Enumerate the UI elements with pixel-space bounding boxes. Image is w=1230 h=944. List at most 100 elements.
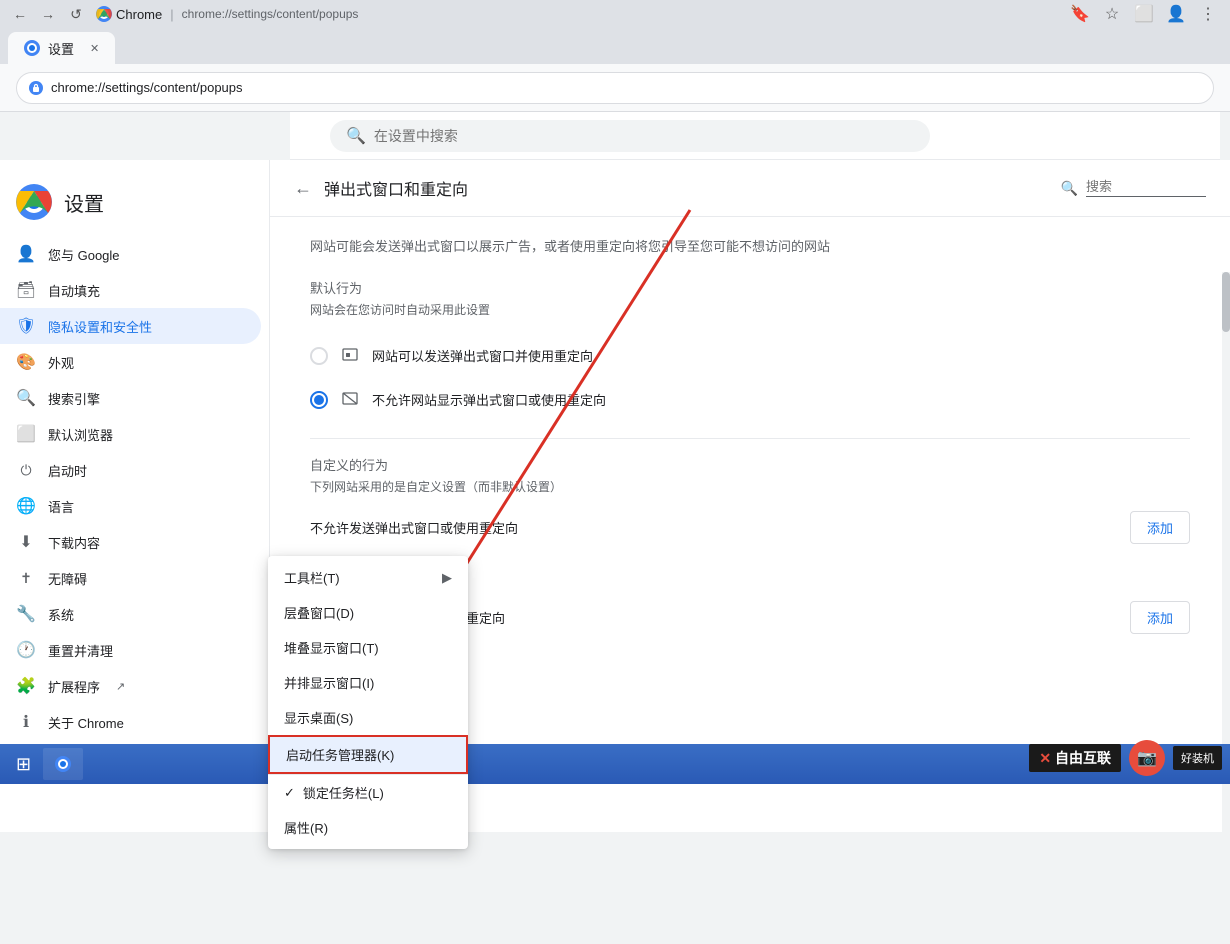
sidebar-label-reset: 重置并清理: [48, 641, 113, 660]
sidebar-label-appearance: 外观: [48, 353, 74, 372]
context-menu-label-desktop: 显示桌面(S): [284, 708, 452, 727]
globe-icon: 🌐: [16, 496, 36, 516]
tab-label: 设置: [48, 39, 74, 58]
lock-icon: [29, 81, 43, 95]
browser-url: chrome://settings/content/popups: [182, 7, 359, 21]
star-button[interactable]: ☆: [1098, 0, 1126, 28]
browser-icon: ⬜: [16, 424, 36, 444]
settings-sidebar: 设置 👤 您与 Google 🗃 自动填充 🛡 隐私设置和安全性 🎨 外观 🔍 …: [0, 160, 270, 832]
browser-title: Chrome: [116, 7, 162, 22]
power-icon: ⏻: [16, 460, 36, 480]
autofill-icon: 🗃: [16, 280, 36, 300]
content-back-button[interactable]: ←: [294, 178, 312, 199]
sidebar-label-startup: 启动时: [48, 461, 87, 480]
tab-bar: 设置 ✕: [0, 28, 1230, 64]
shield-icon: 🛡: [16, 316, 36, 336]
chrome-favicon-icon: [96, 6, 112, 22]
context-menu-label-taskmanager: 启动任务管理器(K): [286, 745, 450, 764]
submenu-arrow-icon: ▶: [442, 570, 452, 586]
sidebar-label-about: 关于 Chrome: [48, 713, 124, 732]
forward-button[interactable]: →: [36, 2, 60, 26]
context-menu-item-taskmanager[interactable]: 启动任务管理器(K): [268, 735, 468, 774]
menu-button[interactable]: ⋮: [1194, 0, 1222, 28]
add-allow-popup-button[interactable]: 添加: [1130, 601, 1190, 634]
external-link-icon: ↗: [116, 680, 125, 693]
context-menu-item-properties[interactable]: 属性(R): [268, 810, 468, 845]
start-button[interactable]: ⊞: [8, 750, 39, 779]
content-header: ← 弹出式窗口和重定向 🔍: [270, 160, 1230, 217]
custom-behavior-title: 自定义的行为: [310, 455, 1190, 474]
checkmark-icon: ✓: [284, 785, 295, 801]
sidebar-item-about[interactable]: ℹ 关于 Chrome: [0, 704, 261, 740]
content-description: 网站可能会发送弹出式窗口以展示广告，或者使用重定向将您引导至您可能不想访问的网站: [310, 237, 1190, 258]
context-menu-label-sidebyside: 并排显示窗口(I): [284, 673, 452, 692]
window-button[interactable]: ⬜: [1130, 0, 1158, 28]
settings-search-bar[interactable]: 🔍: [330, 120, 930, 152]
radio-option-block[interactable]: 不允许网站显示弹出式窗口或使用重定向: [310, 378, 1190, 422]
sidebar-item-extensions[interactable]: 🧩 扩展程序 ↗: [0, 668, 261, 704]
content-search-input[interactable]: [1086, 179, 1206, 194]
content-search-area: 🔍: [1061, 179, 1206, 197]
taskbar-chrome[interactable]: [43, 748, 83, 780]
settings-title: 设置: [64, 188, 104, 217]
context-menu-label-cascade: 层叠窗口(D): [284, 603, 452, 622]
url-separator: |: [170, 7, 173, 22]
omnibox-bar: chrome://settings/content/popups: [0, 64, 1230, 112]
sidebar-item-search[interactable]: 🔍 搜索引擎: [0, 380, 261, 416]
sidebar-item-default-browser[interactable]: ⬜ 默认浏览器: [0, 416, 261, 452]
context-menu-label-toolbar: 工具栏(T): [284, 568, 438, 587]
back-button[interactable]: ←: [8, 2, 32, 26]
download-icon: ⬇: [16, 532, 36, 552]
context-menu-item-stack[interactable]: 堆叠显示窗口(T): [268, 630, 468, 665]
sidebar-item-privacy[interactable]: 🛡 隐私设置和安全性: [0, 308, 261, 344]
sidebar-item-language[interactable]: 🌐 语言: [0, 488, 261, 524]
context-menu-item-sidebyside[interactable]: 并排显示窗口(I): [268, 665, 468, 700]
context-menu: 工具栏(T) ▶ 层叠窗口(D) 堆叠显示窗口(T) 并排显示窗口(I) 显示桌…: [268, 556, 468, 849]
profile-button[interactable]: 👤: [1162, 0, 1190, 28]
tab-close[interactable]: ✕: [90, 42, 99, 55]
sidebar-item-autofill[interactable]: 🗃 自动填充: [0, 272, 261, 308]
context-menu-item-cascade[interactable]: 层叠窗口(D): [268, 595, 468, 630]
address-bar[interactable]: chrome://settings/content/popups: [16, 72, 1214, 104]
sidebar-item-download[interactable]: ⬇ 下载内容: [0, 524, 261, 560]
popup-block-icon: [340, 390, 360, 410]
option2-label: 不允许网站显示弹出式窗口或使用重定向: [372, 390, 606, 409]
context-menu-item-desktop[interactable]: 显示桌面(S): [268, 700, 468, 735]
watermark-x-text: ✕ 自由互联: [1029, 744, 1121, 772]
sidebar-item-system[interactable]: 🔧 系统: [0, 596, 261, 632]
scroll-thumb[interactable]: [1222, 272, 1230, 332]
no-popup-header: 不允许发送弹出式窗口或使用重定向 添加: [310, 511, 1190, 544]
popup-allow-icon: [340, 346, 360, 366]
info-icon: ℹ: [16, 712, 36, 732]
sidebar-label-accessibility: 无障碍: [48, 569, 87, 588]
section-divider: [310, 438, 1190, 439]
watermark-area: ✕ 自由互联 📷 好装机: [1029, 740, 1222, 776]
add-no-popup-button[interactable]: 添加: [1130, 511, 1190, 544]
watermark-camera-icon: 📷: [1129, 740, 1165, 776]
content-search-icon: 🔍: [1061, 180, 1078, 197]
url-display: chrome://settings/content/popups: [51, 80, 243, 95]
sidebar-item-accessibility[interactable]: ✝ 无障碍: [0, 560, 261, 596]
sidebar-label-language: 语言: [48, 497, 74, 516]
chrome-logo-icon: [16, 184, 52, 220]
sidebar-label-autofill: 自动填充: [48, 281, 100, 300]
active-tab[interactable]: 设置 ✕: [8, 32, 115, 64]
sidebar-item-reset[interactable]: 🕐 重置并清理: [0, 632, 261, 668]
settings-search-input[interactable]: [374, 128, 914, 144]
sidebar-item-google[interactable]: 👤 您与 Google: [0, 236, 261, 272]
browser-actions: 🔖 ☆ ⬜ 👤 ⋮: [1066, 0, 1222, 28]
reload-button[interactable]: ↺: [64, 2, 88, 26]
radio-option-allow[interactable]: 网站可以发送弹出式窗口并使用重定向: [310, 334, 1190, 378]
sidebar-label-privacy: 隐私设置和安全性: [48, 317, 152, 336]
sidebar-item-startup[interactable]: ⏻ 启动时: [0, 452, 261, 488]
context-menu-item-toolbar[interactable]: 工具栏(T) ▶: [268, 560, 468, 595]
radio-circle-block: [310, 391, 328, 409]
context-menu-label-stack: 堆叠显示窗口(T): [284, 638, 452, 657]
bookmark-button[interactable]: 🔖: [1066, 0, 1094, 28]
sidebar-item-appearance[interactable]: 🎨 外观: [0, 344, 261, 380]
context-menu-label-lock: 锁定任务栏(L): [303, 783, 452, 802]
context-menu-item-lock[interactable]: ✓ 锁定任务栏(L): [268, 774, 468, 810]
scrollbar[interactable]: [1222, 272, 1230, 944]
taskbar-chrome-icon: [55, 756, 71, 772]
search-icon: 🔍: [346, 126, 366, 146]
